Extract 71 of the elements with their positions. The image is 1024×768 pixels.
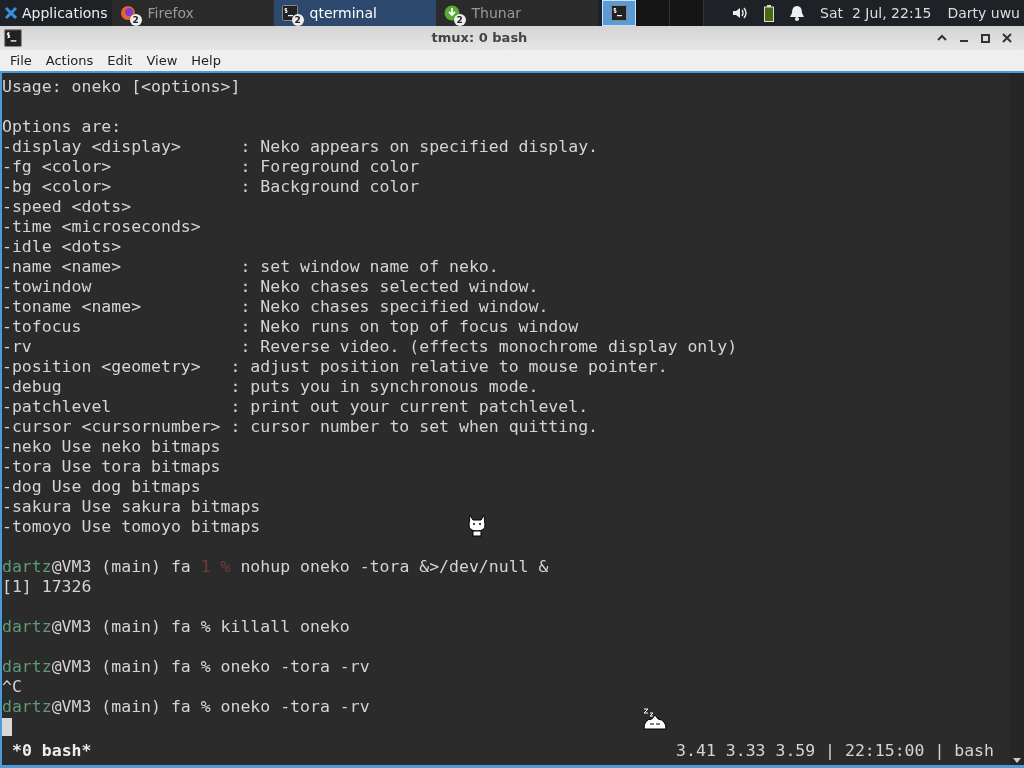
terminal-line: -tomoyo Use tomoyo bitmaps — [2, 517, 261, 537]
tmux-window-tab[interactable]: *0 bash* — [2, 741, 92, 761]
terminal-line: -fg <color> : Foreground color — [2, 157, 420, 177]
command-text: nohup oneko -tora &>/dev/null & — [240, 557, 549, 577]
battery-icon[interactable] — [764, 4, 775, 22]
taskbar-button[interactable]: 2 Firefox — [111, 0, 274, 26]
terminal-line: -patchlevel : print out your current patchlevel. — [2, 397, 589, 417]
prompt-host: @VM3 (main) fa — [51, 557, 191, 577]
applications-menu[interactable]: Applications — [0, 0, 112, 26]
menu-item[interactable]: Edit — [101, 50, 139, 71]
scroll-down-icon[interactable] — [1013, 758, 1021, 763]
prompt-user: dartz — [2, 557, 52, 577]
menu-item[interactable]: Help — [185, 50, 227, 71]
terminal-line: -tora Use tora bitmaps — [2, 457, 221, 477]
terminal-line: -rv : Reverse video. (effects monochrome display only) — [2, 337, 738, 357]
menu-item[interactable]: File — [4, 50, 38, 71]
prompt-user: dartz — [2, 697, 52, 717]
command-text: oneko -tora -rv — [220, 697, 370, 717]
shade-icon[interactable] — [937, 34, 947, 42]
terminal-line: -toname <name> : Neko chases specified window. — [2, 297, 549, 317]
terminal-line: -bg <color> : Background color — [2, 177, 420, 197]
command-text: oneko -tora -rv — [220, 657, 370, 677]
workspace-button[interactable] — [635, 0, 670, 26]
x-logo-icon — [4, 6, 18, 20]
terminal-line: -sakura Use sakura bitmaps — [2, 497, 261, 517]
terminal-line: -idle <dots> — [2, 237, 122, 257]
terminal-line: -time <microseconds> — [2, 217, 201, 237]
terminal-line: Options are: — [2, 117, 122, 137]
terminal-icon — [281, 5, 298, 21]
terminal-line: -tofocus : Neko runs on top of focus window — [2, 317, 579, 337]
bell-icon[interactable] — [790, 5, 805, 21]
scrollbar[interactable] — [1010, 73, 1024, 765]
exit-status: 1 — [200, 557, 212, 577]
terminal-line: -speed <dots> — [2, 197, 132, 217]
terminal-line: -neko Use neko bitmaps — [2, 437, 221, 457]
prompt-user: dartz — [2, 657, 52, 677]
prompt-symbol: % — [220, 557, 231, 577]
taskbar-button[interactable]: 2 Thunar — [435, 0, 598, 26]
terminal-line: -towindow : Neko chases selected window. — [2, 277, 539, 297]
terminal-line: -dog Use dog bitmaps — [2, 477, 201, 497]
terminal-icon — [610, 5, 627, 21]
prompt-symbol: % — [200, 697, 211, 717]
prompt-symbol: % — [200, 657, 211, 677]
terminal-line: -display <display> : Neko appears on specified display. — [2, 137, 599, 157]
terminal-line: -name <name> : set window name of neko. — [2, 257, 499, 277]
clock[interactable]: Sat 2 Jul, 22:15 — [820, 2, 932, 24]
window-title: tmux: 0 bash — [430, 29, 529, 48]
command-text: killall oneko — [220, 617, 350, 637]
terminal-line: -position <geometry> : adjust position relative to mouse pointer. — [2, 357, 668, 377]
text-cursor — [2, 718, 12, 736]
sleeping-cat-icon — [642, 707, 668, 731]
download-icon — [443, 5, 460, 21]
terminal-line: -debug : puts you in synchronous mode. — [2, 377, 539, 397]
volume-icon[interactable] — [732, 6, 749, 20]
taskbar-button[interactable]: 2 qterminal — [273, 0, 436, 26]
terminal-line: [1] 17326 — [2, 577, 92, 597]
window-icon — [4, 29, 22, 47]
prompt-host: @VM3 (main) fa — [51, 697, 191, 717]
terminal-line: ^C — [2, 677, 22, 697]
prompt-user: dartz — [2, 617, 52, 637]
close-icon[interactable] — [1002, 33, 1012, 43]
menu-item[interactable]: View — [140, 50, 184, 71]
terminal-line: -cursor <cursornumber> : cursor number to set when quitting. — [2, 417, 599, 437]
terminal-line: Usage: oneko [<options>] — [2, 77, 241, 97]
maximize-icon[interactable] — [981, 33, 990, 43]
prompt-host: @VM3 (main) fa — [51, 657, 191, 677]
tmux-status-info: 3.41 3.33 3.59 | 22:15:00 | bash — [676, 741, 994, 761]
user-name[interactable]: Darty uwu — [947, 2, 1020, 24]
prompt-symbol: % — [200, 617, 211, 637]
menu-item[interactable]: Actions — [39, 50, 100, 71]
prompt-host: @VM3 (main) fa — [51, 617, 191, 637]
